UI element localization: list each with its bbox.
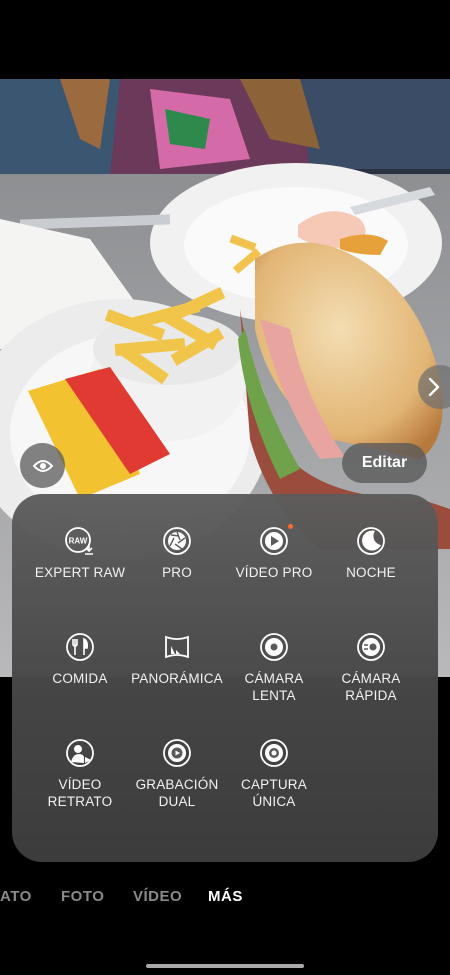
mode-tab-foto[interactable]: FOTO: [61, 888, 104, 905]
mode-video-pro[interactable]: VÍDEO PRO: [224, 524, 324, 581]
camera-mode-bar: ATO FOTO VÍDEO MÁS: [0, 888, 450, 910]
eye-toggle-button[interactable]: [20, 443, 65, 488]
mode-grabacion-dual[interactable]: GRABACIÓN DUAL: [127, 738, 227, 810]
svg-text:RAW: RAW: [69, 537, 88, 546]
edit-button[interactable]: Editar: [342, 443, 427, 483]
expert-raw-icon: RAW: [65, 526, 95, 556]
mode-camara-rapida[interactable]: CÁMARA RÁPIDA: [321, 632, 421, 704]
mode-comida[interactable]: COMIDA: [30, 632, 130, 687]
single-take-icon: [259, 738, 289, 768]
mode-tab-retrato[interactable]: ATO: [0, 888, 32, 905]
new-badge: [288, 524, 293, 529]
home-indicator[interactable]: [146, 964, 304, 968]
mode-pro[interactable]: PRO: [127, 526, 227, 581]
food-icon: [65, 632, 95, 662]
portrait-video-icon: [65, 738, 95, 768]
mode-captura-unica[interactable]: CAPTURA ÚNICA: [224, 738, 324, 810]
mode-video-retrato[interactable]: VÍDEO RETRATO: [30, 738, 130, 810]
mode-panoramica[interactable]: PANORÁMICA: [127, 632, 227, 687]
mode-expert-raw[interactable]: RAW EXPERT RAW: [30, 526, 130, 581]
slow-motion-icon: [259, 632, 289, 662]
aperture-icon: [162, 526, 192, 556]
eye-icon: [32, 459, 53, 472]
panorama-icon: [162, 632, 192, 662]
more-modes-panel: RAW EXPERT RAW PRO VÍDEO PRO NOCHE COMID…: [12, 494, 438, 862]
video-pro-icon: [259, 524, 293, 556]
dual-recording-icon: [162, 738, 192, 768]
hyperlapse-icon: [356, 632, 386, 662]
mode-camara-lenta[interactable]: CÁMARA LENTA: [224, 632, 324, 704]
mode-tab-mas[interactable]: MÁS: [208, 888, 243, 905]
mode-tab-video[interactable]: VÍDEO: [133, 888, 182, 905]
moon-icon: [356, 526, 386, 556]
chevron-right-icon: [428, 377, 440, 397]
mode-noche[interactable]: NOCHE: [321, 526, 421, 581]
